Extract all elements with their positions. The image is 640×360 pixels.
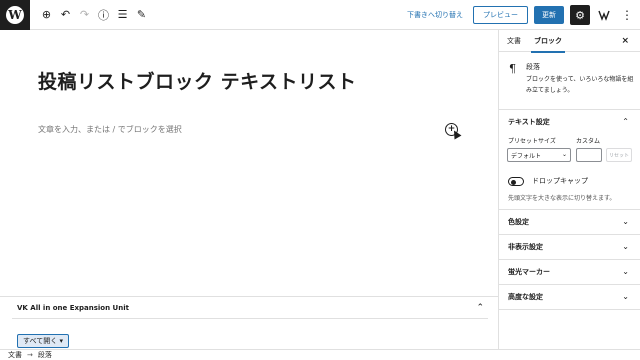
metabox-area: VK All in one Expansion Unit ⌃ すべて開く ▾ (0, 296, 498, 350)
info-icon[interactable]: ⓘ (94, 0, 113, 30)
post-title[interactable]: 投稿リストブロック テキストリスト (38, 67, 357, 94)
plugin-sidebar-icon[interactable] (594, 5, 614, 25)
metabox-title: VK All in one Expansion Unit (17, 303, 129, 312)
open-all-button[interactable]: すべて開く ▾ (17, 334, 69, 348)
settings-gear-icon[interactable]: ⚙ (570, 5, 590, 25)
block-description: ブロックを使って、いろいろな物語を組み立てましょう。 (526, 76, 634, 94)
wordpress-logo-icon: W (6, 5, 24, 24)
breadcrumb-item-document[interactable]: 文書 (8, 350, 22, 360)
chevron-up-icon[interactable]: ⌃ (476, 303, 484, 313)
sidebar-tabs: 文書 ブロック × (499, 31, 640, 53)
preview-button[interactable]: プレビュー (473, 6, 528, 24)
text-settings-header[interactable]: テキスト設定 ⌃ (499, 110, 640, 133)
update-button[interactable]: 更新 (534, 6, 564, 24)
switch-to-draft-link[interactable]: 下書きへ切り替え (407, 10, 463, 20)
custom-size-label: カスタム (576, 138, 601, 145)
panel-title: 色設定 (508, 218, 529, 226)
block-card: ¶ 段落 ブロックを使って、いろいろな物語を組み立てましょう。 (499, 52, 640, 110)
add-block-icon[interactable]: ⊕ (37, 0, 56, 30)
redo-icon[interactable]: ↷ (75, 0, 94, 30)
undo-icon[interactable]: ↶ (56, 0, 75, 30)
block-inserter-icon[interactable]: + (445, 123, 458, 136)
text-settings-title: テキスト設定 (508, 117, 550, 126)
settings-sidebar: 文書 ブロック × ¶ 段落 ブロックを使って、いろいろな物語を組み立てましょう… (499, 31, 640, 349)
tab-block[interactable]: ブロック (531, 31, 565, 53)
chevron-down-icon: ⌄ (622, 292, 629, 301)
close-icon[interactable]: × (621, 36, 629, 46)
text-settings-panel: テキスト設定 ⌃ プリセットサイズ カスタム デフォルト ⌄ リセット ドロップ… (499, 110, 640, 210)
chevron-down-icon: ⌄ (622, 217, 629, 226)
paragraph-icon: ¶ (509, 62, 516, 75)
panel-title: 非表示設定 (508, 243, 543, 251)
tab-document[interactable]: 文書 (507, 31, 521, 52)
chevron-up-icon: ⌃ (622, 117, 629, 126)
preset-size-label: プリセットサイズ (508, 138, 556, 145)
panel-highlighter[interactable]: 蛍光マーカー ⌄ (499, 260, 640, 285)
panel-advanced[interactable]: 高度な設定 ⌄ (499, 285, 640, 310)
reset-button[interactable]: リセット (606, 148, 632, 162)
breadcrumb-item-paragraph[interactable]: 段落 (38, 350, 52, 360)
edit-pencil-icon[interactable]: ✎ (132, 0, 151, 30)
dropcap-label: ドロップキャップ (532, 177, 588, 185)
metabox-header[interactable]: VK All in one Expansion Unit ⌃ (12, 297, 488, 319)
panel-title: 高度な設定 (508, 293, 543, 301)
dropcap-toggle[interactable] (508, 177, 524, 186)
breadcrumb: 文書 → 段落 (0, 349, 640, 360)
panel-title: 蛍光マーカー (508, 268, 550, 276)
custom-size-input[interactable] (576, 148, 602, 162)
preset-size-value: デフォルト (511, 152, 542, 160)
vk-plugin-icon (598, 10, 610, 21)
block-name: 段落 (526, 63, 540, 71)
top-toolbar: W ⊕ ↶ ↷ ⓘ ☰ ✎ 下書きへ切り替え プレビュー 更新 ⚙ ⋮ (0, 0, 640, 30)
paragraph-placeholder[interactable]: 文章を入力、または / でブロックを選択 (38, 124, 182, 135)
chevron-down-icon: ⌄ (622, 242, 629, 251)
dropcap-help-text: 先頭文字を大きな表示に切り替えます。 (508, 195, 616, 202)
toolbar-actions: 下書きへ切り替え プレビュー 更新 ⚙ ⋮ (407, 0, 640, 30)
chevron-down-icon: ⌄ (561, 151, 567, 158)
list-view-icon[interactable]: ☰ (113, 0, 132, 30)
preset-size-select[interactable]: デフォルト ⌄ (507, 148, 571, 162)
more-options-icon[interactable]: ⋮ (618, 5, 636, 25)
wordpress-logo-button[interactable]: W (0, 0, 30, 30)
editor-canvas: 投稿リストブロック テキストリスト 文章を入力、または / でブロックを選択 + (0, 31, 498, 296)
block-editor: W ⊕ ↶ ↷ ⓘ ☰ ✎ 下書きへ切り替え プレビュー 更新 ⚙ ⋮ 投稿リス… (0, 0, 640, 360)
chevron-down-icon: ⌄ (622, 267, 629, 276)
breadcrumb-separator-icon: → (27, 351, 33, 359)
panel-color-settings[interactable]: 色設定 ⌄ (499, 210, 640, 235)
panel-visibility-settings[interactable]: 非表示設定 ⌄ (499, 235, 640, 260)
